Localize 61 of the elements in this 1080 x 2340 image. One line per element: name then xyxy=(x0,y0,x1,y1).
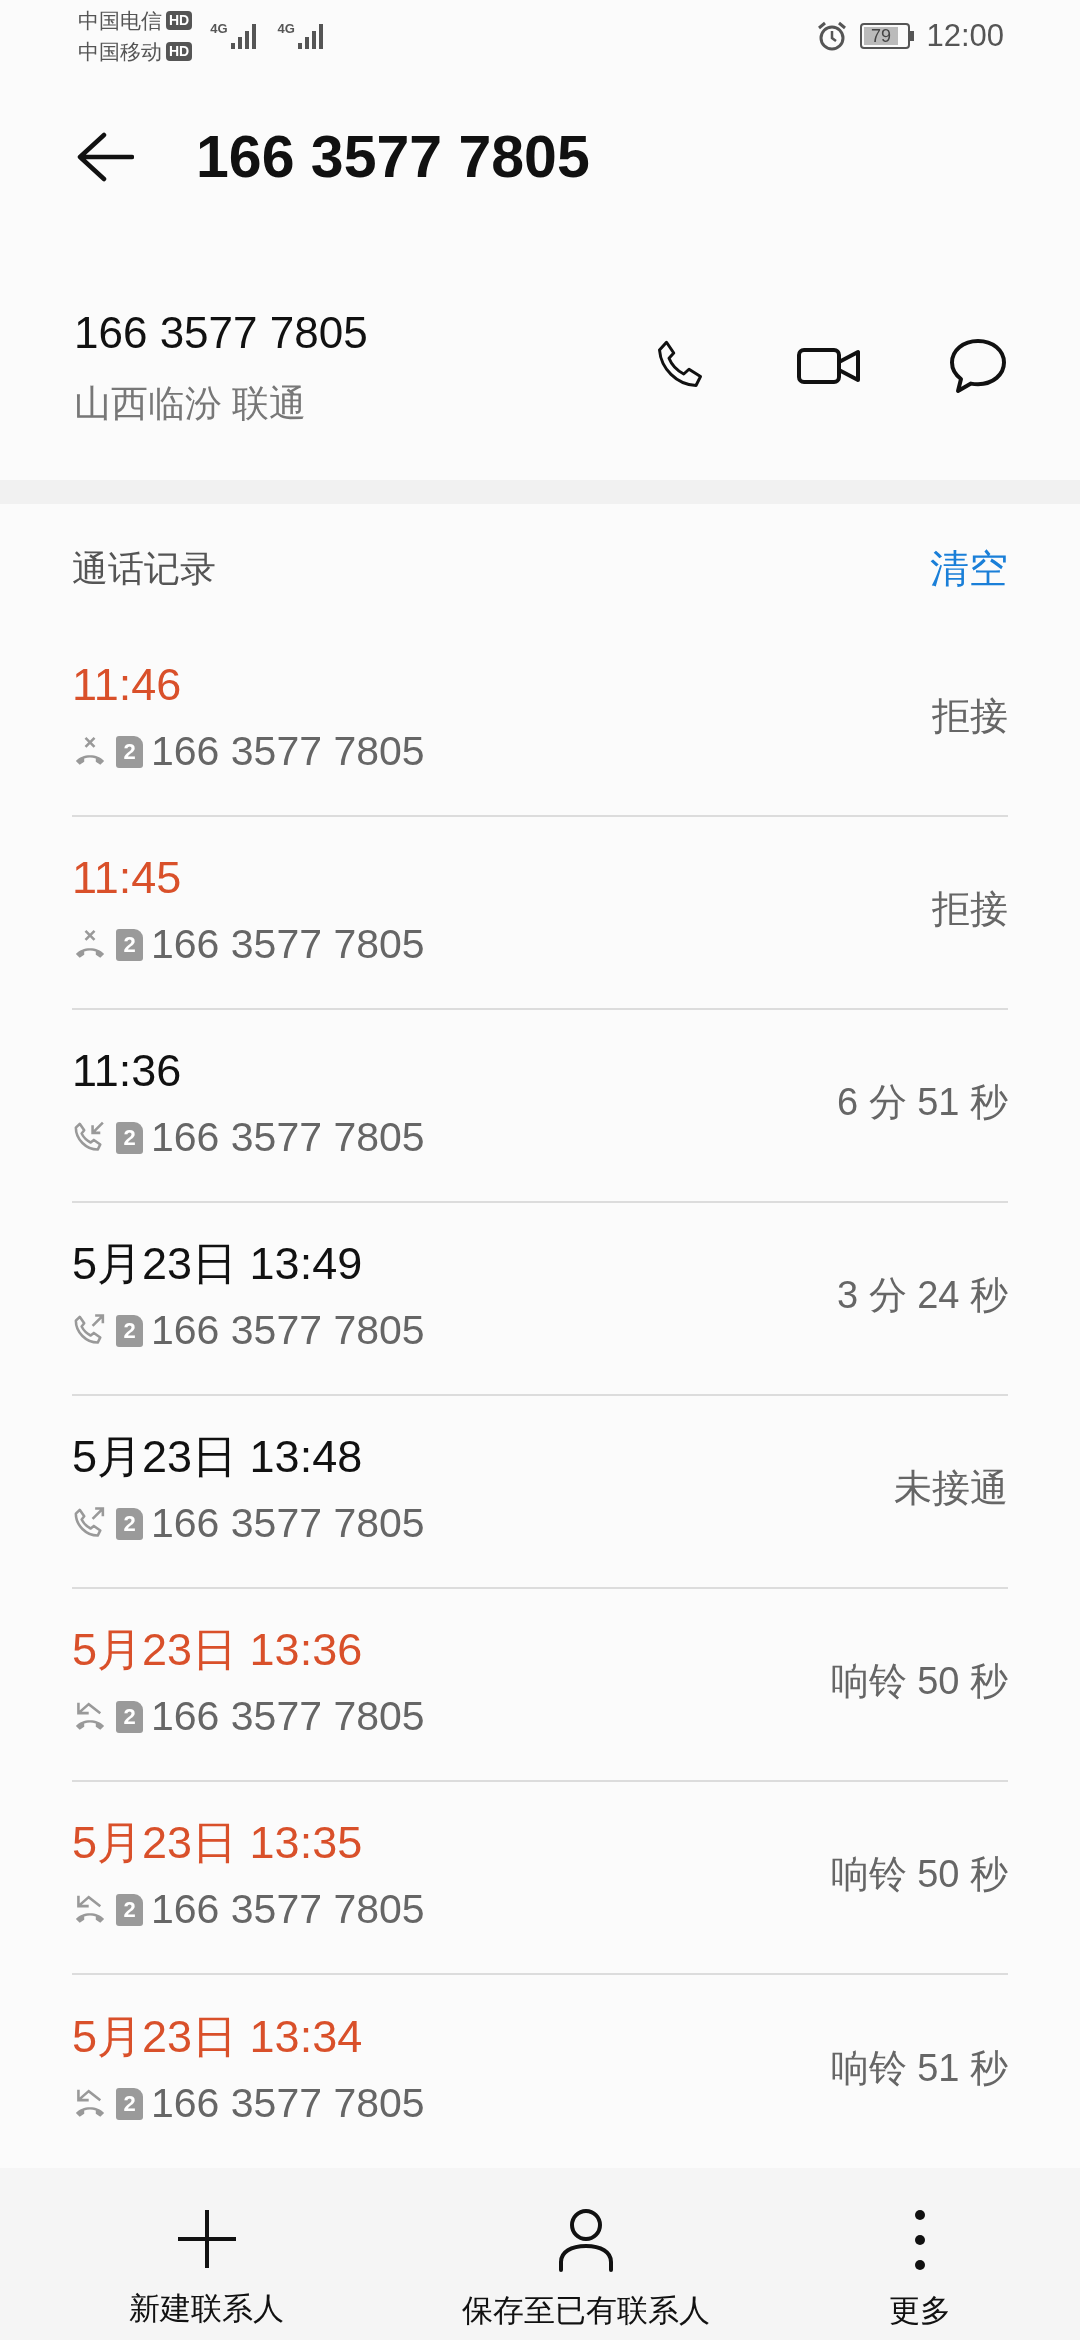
call-result: 6 分 51 秒 xyxy=(836,1080,1008,1125)
network-label: 4G xyxy=(277,20,295,38)
call-log-row[interactable]: 11:45 2 166 3577 7805 拒接 xyxy=(72,817,1008,1010)
call-result: 响铃 50 秒 xyxy=(830,1659,1008,1704)
location-text: 山西临汾 联通 xyxy=(74,382,308,427)
call-number: 166 3577 7805 xyxy=(151,726,425,776)
call-number: 166 3577 7805 xyxy=(151,919,425,969)
sim-badge: 2 xyxy=(116,1314,143,1347)
add-icon xyxy=(175,2208,238,2270)
call-number: 166 3577 7805 xyxy=(151,1305,425,1355)
call-result: 未接通 xyxy=(894,1466,1008,1511)
call-log-row[interactable]: 5月23日 13:36 2 166 3577 7805 响铃 50 秒 xyxy=(72,1589,1008,1782)
sim-badge: 2 xyxy=(116,2087,143,2120)
call-time: 11:45 xyxy=(72,850,183,905)
call-log-row[interactable]: 5月23日 13:48 2 166 3577 7805 未接通 xyxy=(72,1396,1008,1589)
call-number: 166 3577 7805 xyxy=(151,1112,425,1162)
hd-badge: HD xyxy=(166,11,193,30)
sim-badge: 2 xyxy=(116,1893,143,1926)
person-icon xyxy=(557,2208,616,2272)
call-time: 5月23日 13:34 xyxy=(72,2009,364,2064)
call-result: 拒接 xyxy=(932,694,1008,739)
sim-badge: 2 xyxy=(116,1121,143,1154)
toolbar-button[interactable]: 保存至已有联系人 xyxy=(452,2208,721,2335)
header-title: 166 3577 7805 xyxy=(196,122,590,192)
call-time: 5月23日 13:48 xyxy=(72,1429,364,1484)
carrier-name: 中国电信 xyxy=(78,7,162,34)
sim-badge: 2 xyxy=(116,1507,143,1540)
message-icon[interactable] xyxy=(948,337,1008,395)
call-result: 响铃 50 秒 xyxy=(830,1852,1008,1897)
call-number: 166 3577 7805 xyxy=(151,1691,425,1741)
carrier-name: 中国移动 xyxy=(78,38,162,65)
back-icon[interactable] xyxy=(76,132,134,182)
call-time: 5月23日 13:35 xyxy=(72,1815,364,1870)
sim-badge: 2 xyxy=(116,928,143,961)
more-icon xyxy=(913,2208,926,2272)
call-result: 拒接 xyxy=(932,887,1008,932)
call-time: 11:46 xyxy=(72,657,183,712)
call-result: 3 分 24 秒 xyxy=(836,1273,1008,1318)
sim-badge: 2 xyxy=(116,735,143,768)
section-title: 通话记录 xyxy=(72,547,216,591)
network-label: 4G xyxy=(210,20,228,38)
call-log-row[interactable]: 5月23日 13:34 2 166 3577 7805 响铃 51 秒 xyxy=(72,1975,1008,2168)
call-number: 166 3577 7805 xyxy=(151,2078,425,2128)
call-time: 11:36 xyxy=(72,1043,183,1098)
call-number: 166 3577 7805 xyxy=(151,1498,425,1548)
call-log-row[interactable]: 11:46 2 166 3577 7805 拒接 xyxy=(72,624,1008,817)
call-number: 166 3577 7805 xyxy=(151,1884,425,1934)
call-log-row[interactable]: 11:36 2 166 3577 7805 6 分 51 秒 xyxy=(72,1010,1008,1203)
call-log-row[interactable]: 5月23日 13:49 2 166 3577 7805 3 分 24 秒 xyxy=(72,1203,1008,1396)
call-log-row[interactable]: 5月23日 13:35 2 166 3577 7805 响铃 50 秒 xyxy=(72,1782,1008,1975)
call-result: 响铃 51 秒 xyxy=(830,2046,1008,2091)
clear-button[interactable]: 清空 xyxy=(930,539,1008,599)
call-time: 5月23日 13:49 xyxy=(72,1236,364,1291)
alarm-icon xyxy=(816,20,849,52)
toolbar-button[interactable]: 新建联系人 xyxy=(119,2208,295,2333)
sim-badge: 2 xyxy=(116,1700,143,1733)
phone-number: 166 3577 7805 xyxy=(74,307,368,360)
toolbar-button[interactable]: 更多 xyxy=(878,2208,961,2335)
call-time: 5月23日 13:36 xyxy=(72,1622,364,1677)
hd-badge: HD xyxy=(166,42,193,61)
clock-text: 12:00 xyxy=(926,16,1004,55)
